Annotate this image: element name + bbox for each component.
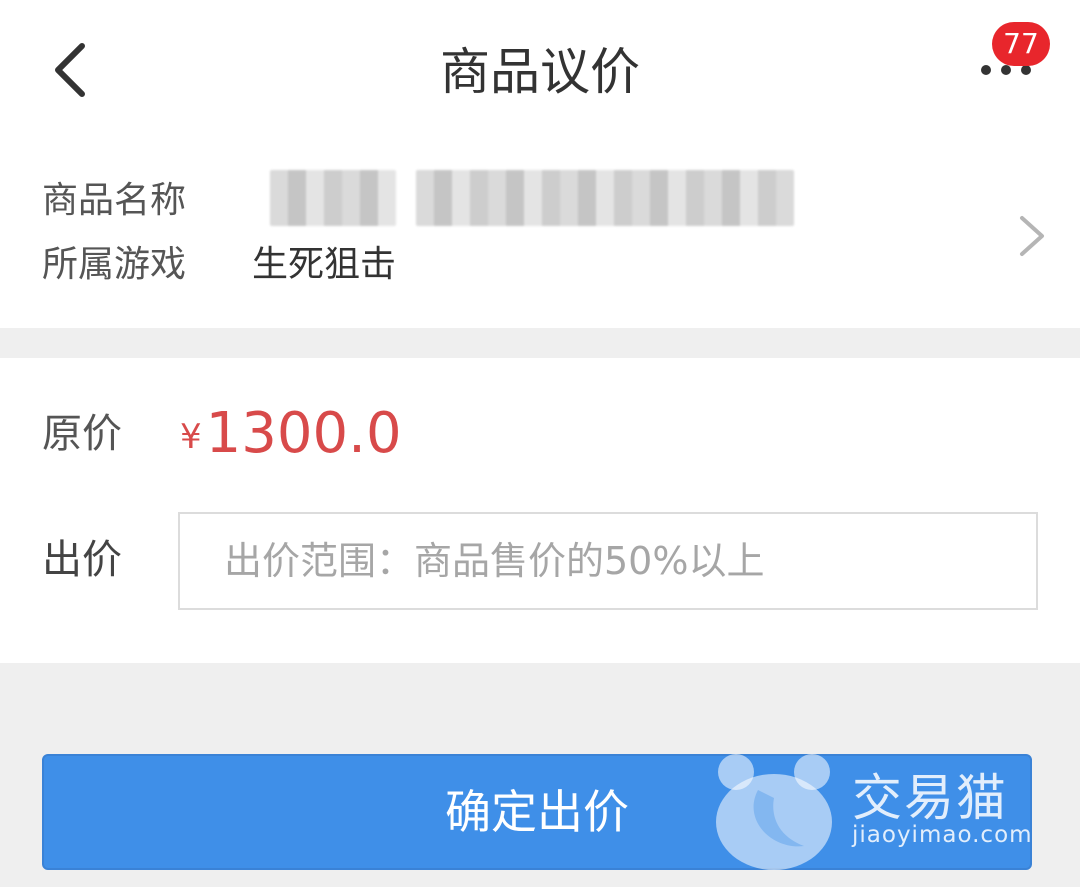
bid-input[interactable] (178, 512, 1038, 610)
product-name-label: 商品名称 (42, 180, 187, 221)
original-price-label: 原价 (42, 411, 122, 457)
original-price-amount: 1300.0 (205, 401, 402, 466)
product-info-card[interactable]: 商品名称 所属游戏 生死狙击 (0, 140, 1080, 328)
notification-badge: 77 (992, 22, 1050, 66)
more-menu-button[interactable]: 77 (960, 22, 1060, 110)
price-section: 原价 ¥1300.0 出价 (0, 358, 1080, 663)
page-title: 商品议价 (440, 43, 640, 101)
chevron-right-icon (1020, 216, 1044, 256)
original-price: ¥1300.0 (180, 398, 402, 483)
bid-page: 商品议价 77 商品名称 所属游戏 生死狙击 原价 ¥1300.0 出价 出价范… (0, 0, 1080, 887)
game-label: 所属游戏 (42, 244, 187, 285)
game-value: 生死狙击 (252, 244, 397, 285)
confirm-bid-button[interactable]: 确定出价 (42, 754, 1032, 870)
currency-symbol: ¥ (180, 417, 202, 457)
top-bar: 商品议价 77 (0, 0, 1080, 140)
bid-label: 出价 (42, 537, 122, 583)
product-name-value-redacted (270, 170, 800, 230)
